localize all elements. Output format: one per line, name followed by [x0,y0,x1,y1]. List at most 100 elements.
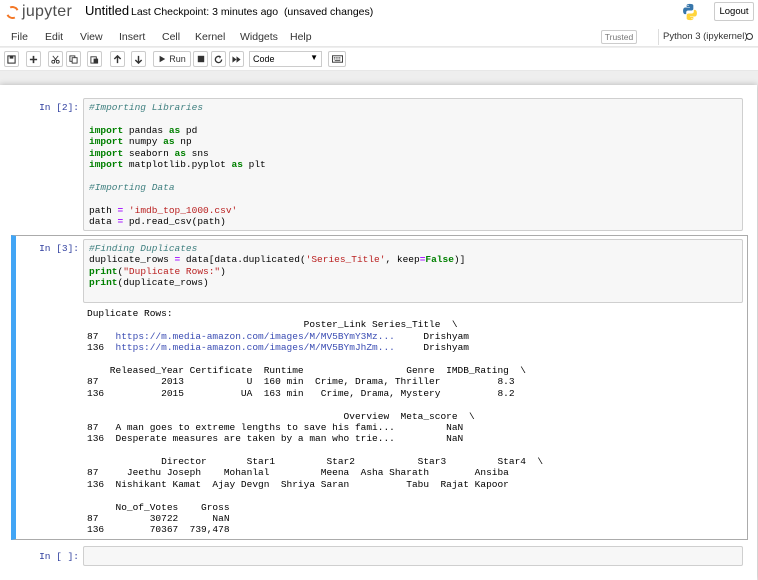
output-line: Released_Year Certificate Runtime Genre … [87,364,526,376]
code-editor-empty[interactable] [83,546,743,566]
menu-file[interactable]: File [11,31,28,43]
plus-icon [29,55,38,63]
toolbar: Run Code ▼ [0,48,758,71]
code-text[interactable]: #Finding Duplicates duplicate_rows = data… [89,243,465,289]
menu-kernel[interactable]: Kernel [195,31,225,43]
keyboard-icon [331,55,343,63]
input-prompt: In [3]: [39,243,79,254]
jupyter-logo-icon [4,3,21,21]
menu-help[interactable]: Help [290,31,312,43]
output-line: 136 https://m.media-amazon.com/images/M/… [87,342,469,354]
stop-icon [197,55,204,63]
code-editor[interactable]: #Importing Libraries import pandas as pd… [83,98,743,231]
menu-edit[interactable]: Edit [45,31,63,43]
output-line: 87 30722 NaN [87,513,230,525]
cut-button[interactable] [48,51,63,67]
output-line: 136 Desperate measures are taken by a ma… [87,433,464,445]
notebook-area: In [2]: #Importing Libraries import pand… [0,85,758,580]
output-line: Duplicate Rows: [87,308,173,319]
restart-icon [214,54,223,63]
code-editor[interactable]: #Finding Duplicates duplicate_rows = data… [83,239,743,303]
chevron-down-icon: ▼ [310,53,318,62]
arrow-down-icon [134,55,143,64]
code-cell[interactable]: In [ ]: [11,543,748,573]
kernel-idle-icon [746,33,753,40]
interrupt-button[interactable] [193,51,208,67]
code-line: import matplotlib.pyplot as plt [89,158,266,170]
code-line: data = pd.read_csv(path) [89,215,226,227]
output-line: No_of_Votes Gross [87,501,230,513]
copy-icon [69,54,78,64]
output-line: 87 2013 U 160 min Crime, Drama, Thriller… [87,376,515,388]
move-up-button[interactable] [110,51,125,67]
output-line: 136 Nishikant Kamat Ajay Devgn Shriya Sa… [87,478,509,490]
menubar: File Edit View Insert Cell Kernel Widget… [0,27,758,47]
output-link[interactable]: https://m.media-amazon.com/images/M/MV5B… [116,331,395,342]
jupyter-logo[interactable]: jupyter [4,2,73,22]
notebook-container: In [2]: #Importing Libraries import pand… [0,85,757,580]
code-cell[interactable]: In [2]: #Importing Libraries import pand… [11,95,748,233]
output-line: Overview Meta_score \ [87,410,475,422]
menu-widgets[interactable]: Widgets [240,31,278,43]
output-line: 87 https://m.media-amazon.com/images/M/M… [87,330,469,342]
command-palette-button[interactable] [328,51,346,67]
output-line: 87 Jeethu Joseph Mohanlal Meena Asha Sha… [87,467,509,479]
code-cell-selected[interactable]: In [3]: #Finding Duplicates duplicate_row… [11,235,748,540]
cell-type-value: Code [253,54,275,64]
save-status: (unsaved changes) [283,6,374,18]
code-line: print(duplicate_rows) [89,277,209,289]
run-button[interactable]: Run [153,51,191,67]
play-icon [159,55,166,63]
fast-forward-icon [232,55,241,63]
code-line: duplicate_rows = data[data.duplicated('S… [89,254,466,266]
restart-run-all-button[interactable] [229,51,244,67]
code-line: #Importing Data [89,181,175,193]
save-icon [7,54,16,64]
checkpoint-status: Last Checkpoint: 3 minutes ago (unsaved … [131,6,373,18]
output-line: 136 2015 UA 163 min Crime, Drama, Myster… [87,387,515,399]
kernel-name[interactable]: Python 3 (ipykernel) [663,31,747,42]
python-logo-icon [683,3,697,21]
kernel-divider [658,29,659,45]
run-label: Run [169,54,186,64]
code-line: #Importing Libraries [89,102,204,113]
restart-button[interactable] [211,51,226,67]
code-line: import numpy as np [89,136,192,148]
input-prompt: In [ ]: [39,551,79,562]
output-line: 87 A man goes to extreme lengths to save… [87,421,464,433]
move-down-button[interactable] [131,51,146,67]
paste-button[interactable] [87,51,102,67]
menu-view[interactable]: View [80,31,103,43]
cell-type-select[interactable]: Code ▼ [249,51,322,67]
code-text[interactable]: #Importing Libraries import pandas as pd… [89,102,266,227]
insert-cell-button[interactable] [26,51,41,67]
output-line: Director Star1 Star2 Star3 Star4 \ [87,456,544,468]
logo-text: jupyter [22,3,73,20]
checkpoint-text: Last Checkpoint: 3 minutes ago [131,6,279,18]
output-link[interactable]: https://m.media-amazon.com/images/M/MV5B… [116,342,395,353]
code-line: import seaborn as sns [89,147,209,159]
notebook-title[interactable]: Untitled [85,3,129,18]
arrow-up-icon [113,54,122,63]
output-line: Poster_Link Series_Title \ [87,319,458,331]
logout-button[interactable]: Logout [714,2,754,21]
header: jupyter Untitled Last Checkpoint: 3 minu… [0,0,758,27]
trusted-indicator[interactable]: Trusted [601,30,637,44]
code-line: import pandas as pd [89,124,198,136]
save-button[interactable] [4,51,19,67]
menu-insert[interactable]: Insert [119,31,145,43]
cell-output: Duplicate Rows: Poster_Link Series_Title… [87,308,543,536]
paste-icon [90,55,99,64]
input-prompt: In [2]: [39,102,79,113]
menu-cell[interactable]: Cell [162,31,180,43]
code-line: #Finding Duplicates [89,243,198,254]
copy-button[interactable] [66,51,81,67]
code-line: path = 'imdb_top_1000.csv' [89,204,238,216]
